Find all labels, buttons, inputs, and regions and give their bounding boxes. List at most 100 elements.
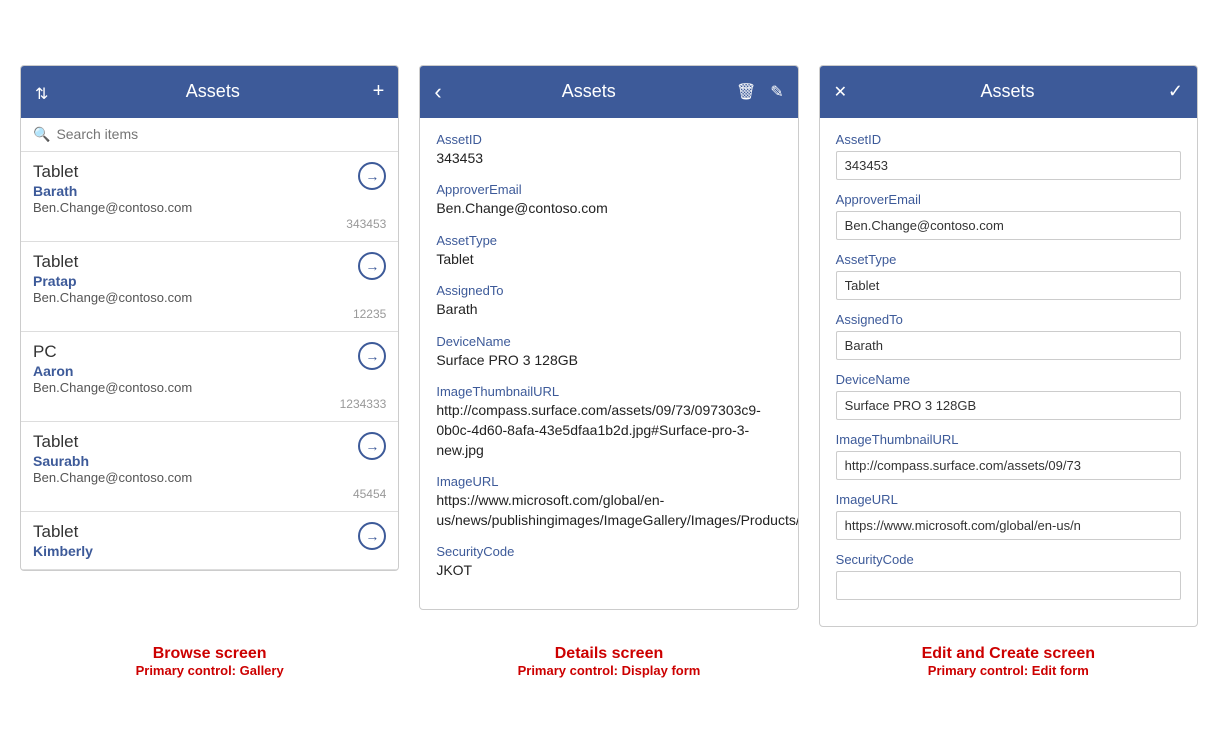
detail-label: ApproverEmail [436, 182, 781, 197]
detail-label: AssetType [436, 233, 781, 248]
list-item-arrow[interactable]: → [358, 522, 386, 550]
detail-value: Barath [436, 300, 781, 320]
edit-input[interactable] [836, 391, 1181, 420]
search-input[interactable] [56, 126, 386, 142]
list-item-assigned: Kimberly [33, 543, 93, 559]
detail-label: AssetID [436, 132, 781, 147]
captions-container: Browse screen Primary control: Gallery D… [20, 645, 1198, 678]
detail-label: ImageURL [436, 474, 781, 489]
detail-value: https://www.microsoft.com/global/en-us/n… [436, 491, 781, 530]
list-item[interactable]: PC Aaron Ben.Change@contoso.com → 123433… [21, 332, 398, 422]
list-item-arrow[interactable]: → [358, 342, 386, 370]
edit-label: AssetID [836, 132, 1181, 147]
edit-input[interactable] [836, 271, 1181, 300]
browse-caption-title: Browse screen [20, 645, 399, 663]
list-item[interactable]: Tablet Kimberly → [21, 512, 398, 570]
browse-header: Assets [21, 66, 398, 118]
list-item-assigned: Pratap [33, 273, 192, 289]
edit-input[interactable] [836, 571, 1181, 600]
edit-icon[interactable] [770, 81, 783, 102]
list-item-email: Ben.Change@contoso.com [33, 380, 192, 395]
list-item-arrow[interactable]: → [358, 432, 386, 460]
list-item[interactable]: Tablet Barath Ben.Change@contoso.com → 3… [21, 152, 398, 242]
list-item-title: PC [33, 342, 192, 362]
detail-value: 343453 [436, 149, 781, 169]
detail-field: SecurityCode JKOT [436, 544, 781, 581]
edit-field: DeviceName [836, 372, 1181, 420]
list-item-content: Tablet Pratap Ben.Change@contoso.com [33, 252, 192, 305]
details-caption-sub: Primary control: Display form [419, 663, 798, 678]
edit-label: AssignedTo [836, 312, 1181, 327]
edit-input[interactable] [836, 331, 1181, 360]
close-icon[interactable] [834, 81, 847, 102]
edit-title: Assets [847, 81, 1168, 102]
edit-input[interactable] [836, 211, 1181, 240]
details-screen: Assets AssetID 343453 ApproverEmail Ben.… [419, 65, 798, 611]
list-item-row1: Tablet Barath Ben.Change@contoso.com → [33, 162, 386, 215]
list-item[interactable]: Tablet Saurabh Ben.Change@contoso.com → … [21, 422, 398, 512]
edit-field: SecurityCode [836, 552, 1181, 600]
edit-input[interactable] [836, 511, 1181, 540]
edit-label: ApproverEmail [836, 192, 1181, 207]
screens-container: Assets 🔍 Tablet Barath Ben.Change@contos… [20, 65, 1198, 627]
edit-caption-title: Edit and Create screen [819, 645, 1198, 663]
list-item-assigned: Aaron [33, 363, 192, 379]
list-item-inner: Tablet Saurabh Ben.Change@contoso.com → … [33, 432, 386, 501]
list-item-inner: Tablet Pratap Ben.Change@contoso.com → 1… [33, 252, 386, 321]
detail-value: JKOT [436, 561, 781, 581]
browse-caption: Browse screen Primary control: Gallery [20, 645, 399, 678]
back-icon[interactable] [434, 79, 441, 105]
detail-field: ApproverEmail Ben.Change@contoso.com [436, 182, 781, 219]
edit-input[interactable] [836, 451, 1181, 480]
list-item-arrow[interactable]: → [358, 162, 386, 190]
browse-screen: Assets 🔍 Tablet Barath Ben.Change@contos… [20, 65, 399, 571]
edit-caption: Edit and Create screen Primary control: … [819, 645, 1198, 678]
browse-left-icons [35, 83, 53, 101]
sort-icon[interactable] [35, 83, 53, 101]
list-item-arrow[interactable]: → [358, 252, 386, 280]
list-item-email: Ben.Change@contoso.com [33, 470, 192, 485]
edit-body: AssetID ApproverEmail AssetType Assigned… [820, 118, 1197, 626]
list-item-row1: Tablet Kimberly → [33, 522, 386, 559]
edit-caption-sub: Primary control: Edit form [819, 663, 1198, 678]
list-item-content: Tablet Barath Ben.Change@contoso.com [33, 162, 192, 215]
list-item-inner: Tablet Barath Ben.Change@contoso.com → 3… [33, 162, 386, 231]
save-icon[interactable] [1168, 81, 1183, 102]
list-item-id: 45454 [353, 487, 386, 501]
edit-field: AssignedTo [836, 312, 1181, 360]
detail-field: ImageURL https://www.microsoft.com/globa… [436, 474, 781, 530]
list-item-content: Tablet Kimberly [33, 522, 93, 559]
list-item-row1: Tablet Saurabh Ben.Change@contoso.com → [33, 432, 386, 485]
list-item-inner: Tablet Kimberly → [33, 522, 386, 559]
edit-label: AssetType [836, 252, 1181, 267]
list-item[interactable]: Tablet Pratap Ben.Change@contoso.com → 1… [21, 242, 398, 332]
list-item-title: Tablet [33, 252, 192, 272]
detail-field: ImageThumbnailURL http://compass.surface… [436, 384, 781, 460]
list-item-email: Ben.Change@contoso.com [33, 200, 192, 215]
edit-right-icons [1168, 81, 1183, 102]
edit-field: ImageURL [836, 492, 1181, 540]
list-item-content: Tablet Saurabh Ben.Change@contoso.com [33, 432, 192, 485]
list-item-row1: PC Aaron Ben.Change@contoso.com → [33, 342, 386, 395]
edit-label: ImageURL [836, 492, 1181, 507]
list-item-content: PC Aaron Ben.Change@contoso.com [33, 342, 192, 395]
details-caption-title: Details screen [419, 645, 798, 663]
browse-title: Assets [53, 81, 373, 102]
detail-field: AssetID 343453 [436, 132, 781, 169]
edit-input[interactable] [836, 151, 1181, 180]
details-caption: Details screen Primary control: Display … [419, 645, 798, 678]
browse-list: Tablet Barath Ben.Change@contoso.com → 3… [21, 152, 398, 570]
details-title: Assets [442, 81, 736, 102]
search-bar: 🔍 [21, 118, 398, 152]
detail-value: Surface PRO 3 128GB [436, 351, 781, 371]
edit-label: DeviceName [836, 372, 1181, 387]
detail-field: DeviceName Surface PRO 3 128GB [436, 334, 781, 371]
list-item-id: 343453 [346, 217, 386, 231]
browse-caption-sub: Primary control: Gallery [20, 663, 399, 678]
delete-icon[interactable] [736, 81, 756, 102]
list-item-assigned: Barath [33, 183, 192, 199]
detail-value: http://compass.surface.com/assets/09/73/… [436, 401, 781, 460]
add-icon[interactable] [373, 80, 385, 103]
detail-label: SecurityCode [436, 544, 781, 559]
edit-field: AssetID [836, 132, 1181, 180]
